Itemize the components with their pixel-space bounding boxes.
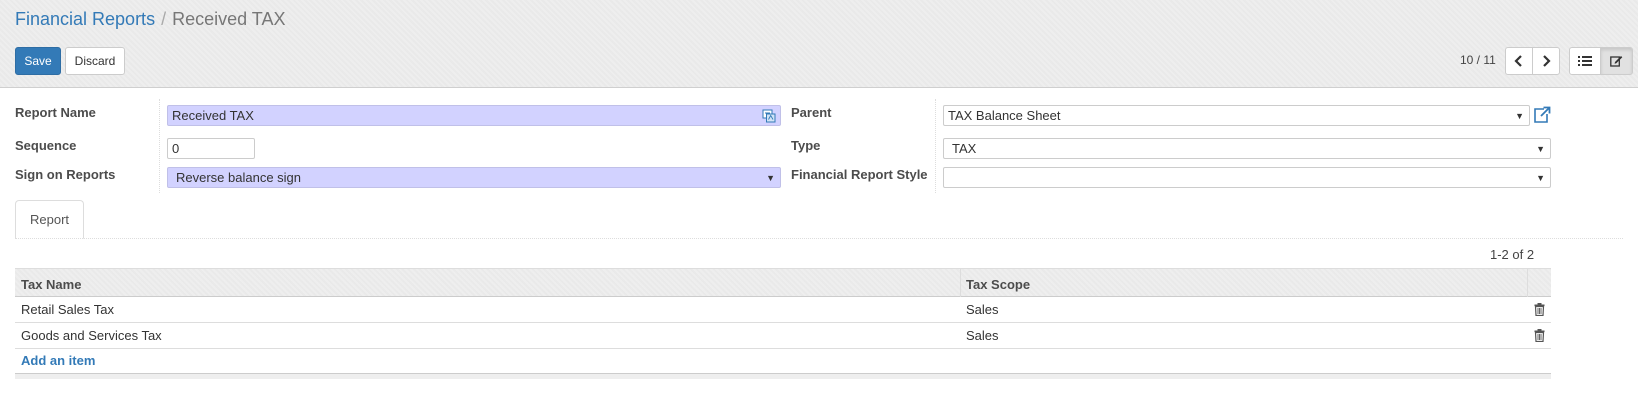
financial-report-style-label: Financial Report Style (791, 167, 928, 182)
form-view-button[interactable] (1600, 47, 1633, 75)
column-header-tax-name[interactable]: Tax Name (21, 277, 81, 292)
table-row[interactable]: Goods and Services Tax Sales (15, 323, 1551, 349)
type-value: TAX (952, 141, 977, 156)
column-divider (960, 269, 961, 297)
pager-next-button[interactable] (1532, 47, 1560, 75)
chevron-right-icon (1543, 55, 1551, 67)
sign-on-reports-select[interactable]: Reverse balance sign ▼ (167, 167, 781, 188)
tab-divider (15, 238, 1623, 239)
pager-value[interactable]: 10 / 11 (1460, 53, 1496, 67)
list-view-icon (1578, 56, 1592, 66)
form-sheet: Report Name Sequence Sign on Reports Rec… (0, 89, 1638, 397)
report-name-input[interactable]: Received TAX (167, 105, 781, 126)
trash-icon[interactable] (1534, 329, 1545, 342)
sequence-value: 0 (172, 141, 180, 156)
table-header: Tax Name Tax Scope (15, 268, 1551, 297)
breadcrumb: Financial Reports / Received TAX (15, 8, 285, 30)
column-separator (159, 99, 160, 193)
column-divider (1527, 269, 1528, 297)
chevron-left-icon (1514, 55, 1522, 67)
report-name-label: Report Name (15, 105, 96, 120)
caret-down-icon: ▼ (1536, 144, 1545, 154)
caret-down-icon: ▼ (766, 173, 775, 183)
add-item-link[interactable]: Add an item (21, 353, 95, 368)
tab-report[interactable]: Report (15, 200, 84, 239)
discard-button[interactable]: Discard (65, 47, 125, 75)
type-label: Type (791, 138, 821, 153)
caret-down-icon: ▼ (1536, 173, 1545, 183)
list-view-button[interactable] (1569, 47, 1601, 75)
parent-label: Parent (791, 105, 832, 120)
table-row[interactable]: Retail Sales Tax Sales (15, 297, 1551, 323)
save-button[interactable]: Save (15, 47, 61, 75)
list-pager-count: 1-2 of 2 (1490, 247, 1535, 262)
column-separator (935, 99, 936, 193)
sign-on-reports-value: Reverse balance sign (176, 170, 302, 185)
tab-report-label: Report (29, 212, 70, 227)
translate-icon[interactable] (762, 109, 776, 123)
tax-name-cell: Goods and Services Tax (21, 328, 162, 343)
type-select[interactable]: TAX ▼ (943, 138, 1551, 159)
external-link-icon[interactable] (1532, 106, 1551, 124)
control-panel: Financial Reports / Received TAX Save Disc… (0, 0, 1638, 88)
column-header-tax-scope[interactable]: Tax Scope (966, 277, 1030, 292)
report-name-value: Received TAX (172, 108, 254, 123)
sign-on-reports-label: Sign on Reports (15, 167, 116, 182)
tax-name-cell: Retail Sales Tax (21, 302, 114, 317)
trash-icon[interactable] (1534, 303, 1545, 316)
financial-report-style-select[interactable]: ▼ (943, 167, 1551, 188)
breadcrumb-current: Received TAX (172, 9, 286, 29)
pager-previous-button[interactable] (1505, 47, 1533, 75)
table-footer (15, 373, 1551, 379)
form-view-edit-icon (1610, 56, 1623, 67)
caret-down-icon: ▼ (1515, 111, 1524, 121)
sequence-input[interactable]: 0 (167, 138, 255, 159)
breadcrumb-parent-link[interactable]: Financial Reports (15, 9, 155, 29)
parent-select[interactable]: TAX Balance Sheet ▼ (943, 105, 1530, 126)
tax-scope-cell: Sales (966, 328, 999, 343)
breadcrumb-separator: / (161, 9, 167, 29)
parent-value: TAX Balance Sheet (948, 108, 1061, 123)
sequence-label: Sequence (15, 138, 77, 153)
tax-scope-cell: Sales (966, 302, 999, 317)
